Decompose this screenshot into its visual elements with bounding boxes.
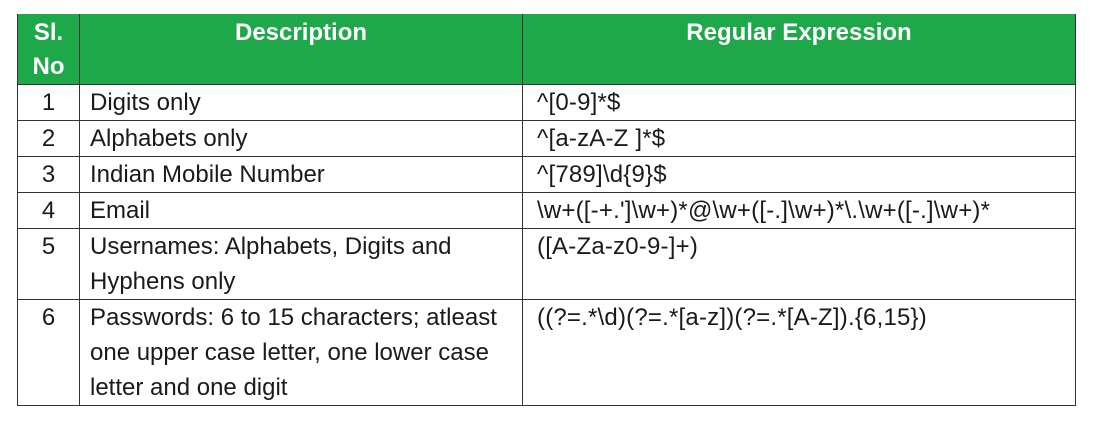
table-row: 3 Indian Mobile Number ^[789]\d{9}$ (17, 156, 1076, 193)
row-description: Digits only (79, 84, 523, 121)
row-description: Email (79, 192, 523, 229)
table-row: 4 Email \w+([-+.']\w+)*@\w+([-.]\w+)*\.\… (17, 192, 1076, 229)
row-number: 4 (17, 192, 80, 229)
row-description: Passwords: 6 to 15 characters; atleast o… (79, 299, 523, 406)
row-description: Indian Mobile Number (79, 156, 523, 193)
row-number: 6 (17, 299, 80, 406)
row-regex: \w+([-+.']\w+)*@\w+([-.]\w+)*\.\w+([-.]\… (522, 192, 1076, 229)
header-slno: Sl. No (17, 14, 80, 85)
row-number: 1 (17, 84, 80, 121)
row-regex: ^[a-zA-Z ]*$ (522, 120, 1076, 157)
table-row: 1 Digits only ^[0-9]*$ (17, 84, 1076, 121)
row-regex: ([A-Za-z0-9-]+) (522, 228, 1076, 300)
regex-table-container: Sl. No Description Regular Expression 1 … (17, 14, 1076, 406)
header-description: Description (79, 14, 523, 85)
table-header: Sl. No Description Regular Expression (17, 14, 1076, 85)
row-regex: ((?=.*\d)(?=.*[a-z])(?=.*[A-Z]).{6,15}) (522, 299, 1076, 406)
table-body: 1 Digits only ^[0-9]*$ 2 Alphabets only … (17, 84, 1076, 406)
regex-table: Sl. No Description Regular Expression 1 … (17, 14, 1076, 406)
row-regex: ^[789]\d{9}$ (522, 156, 1076, 193)
row-number: 2 (17, 120, 80, 157)
row-regex: ^[0-9]*$ (522, 84, 1076, 121)
header-regex: Regular Expression (522, 14, 1076, 85)
table-row: 6 Passwords: 6 to 15 characters; atleast… (17, 299, 1076, 406)
row-description: Alphabets only (79, 120, 523, 157)
table-row: 2 Alphabets only ^[a-zA-Z ]*$ (17, 120, 1076, 157)
row-number: 5 (17, 228, 80, 300)
table-row: 5 Usernames: Alphabets, Digits and Hyphe… (17, 228, 1076, 300)
row-number: 3 (17, 156, 80, 193)
row-description: Usernames: Alphabets, Digits and Hyphens… (79, 228, 523, 300)
header-row: Sl. No Description Regular Expression (17, 14, 1076, 85)
